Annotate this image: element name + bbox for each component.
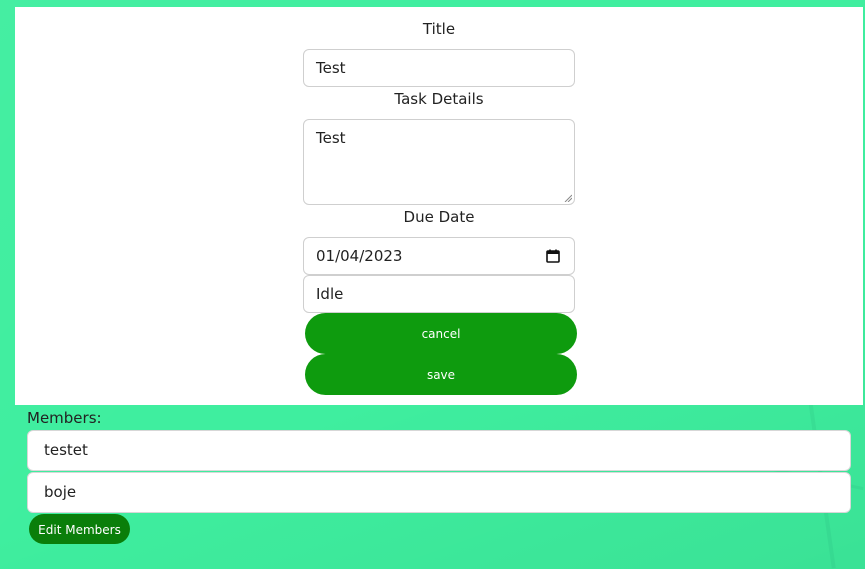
member-item: testet [27,430,851,471]
edit-members-button[interactable]: Edit Members [29,514,130,544]
status-select[interactable]: Idle [303,275,575,313]
status-value: Idle [316,285,344,303]
title-label: Title [422,20,456,38]
title-input-value: Test [316,59,346,77]
title-input[interactable]: Test [303,49,575,87]
due-date-label: Due Date [403,208,475,226]
save-button[interactable]: save [305,354,577,395]
task-details-label: Task Details [394,90,484,108]
task-edit-form: Title Test Task Details Test Due Date 01… [15,7,863,405]
task-details-value: Test [316,129,346,147]
due-date-value: 01/04/2023 [316,247,403,265]
member-name: testet [44,441,88,459]
cancel-button[interactable]: cancel [305,313,577,354]
resize-grip-icon[interactable] [564,194,572,202]
calendar-icon[interactable] [546,249,560,263]
member-item: boje [27,472,851,513]
due-date-input[interactable]: 01/04/2023 [303,237,575,275]
member-name: boje [44,483,77,501]
members-label: Members: [27,409,102,427]
task-details-textarea[interactable]: Test [303,119,575,205]
